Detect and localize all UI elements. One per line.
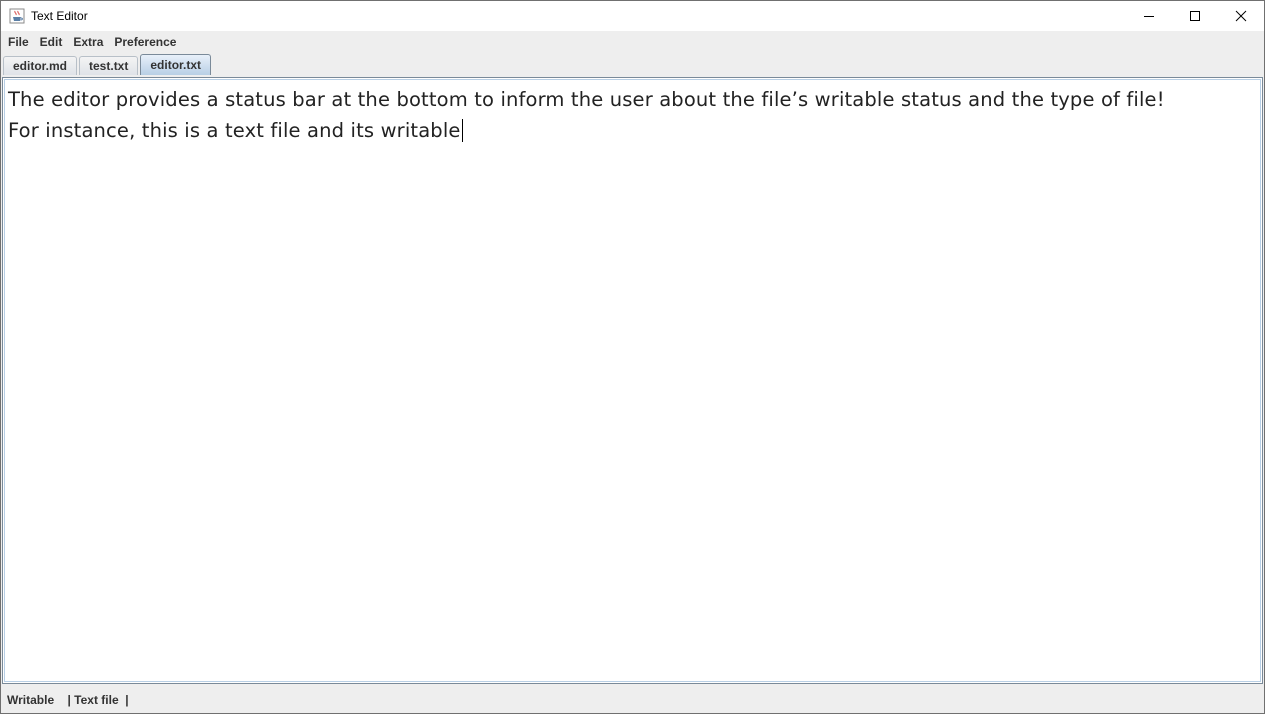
menu-edit[interactable]: Edit bbox=[34, 31, 68, 53]
text-editor-window: Text Editor File Edit Extra Preference e… bbox=[0, 0, 1265, 714]
tab-test-txt[interactable]: test.txt bbox=[79, 56, 139, 75]
menu-bar: File Edit Extra Preference bbox=[1, 31, 1264, 53]
status-bar: Writable | Text file | bbox=[1, 687, 1264, 713]
minimize-button[interactable] bbox=[1126, 1, 1172, 31]
close-icon bbox=[1235, 10, 1247, 22]
menu-extra[interactable]: Extra bbox=[67, 31, 108, 53]
tab-strip: editor.md test.txt editor.txt bbox=[1, 53, 1264, 75]
status-separator: | bbox=[54, 693, 71, 707]
editor-line: The editor provides a status bar at the … bbox=[8, 88, 1165, 111]
maximize-button[interactable] bbox=[1172, 1, 1218, 31]
title-bar[interactable]: Text Editor bbox=[1, 1, 1264, 31]
text-caret bbox=[461, 119, 463, 142]
maximize-icon bbox=[1190, 11, 1200, 21]
tab-editor-md[interactable]: editor.md bbox=[3, 56, 78, 75]
close-button[interactable] bbox=[1218, 1, 1264, 31]
text-area[interactable]: The editor provides a status bar at the … bbox=[4, 79, 1261, 682]
window-controls bbox=[1126, 1, 1264, 31]
editor-line: For instance, this is a text file and it… bbox=[8, 119, 461, 142]
window-title: Text Editor bbox=[31, 9, 88, 23]
file-type-status: Text file bbox=[70, 693, 119, 707]
writable-status: Writable bbox=[7, 693, 55, 707]
minimize-icon bbox=[1144, 16, 1154, 17]
tab-editor-txt[interactable]: editor.txt bbox=[140, 54, 212, 75]
status-separator: | bbox=[118, 693, 129, 707]
menu-preference[interactable]: Preference bbox=[108, 31, 181, 53]
menu-file[interactable]: File bbox=[2, 31, 34, 53]
editor-panel: The editor provides a status bar at the … bbox=[2, 77, 1263, 684]
java-cup-icon bbox=[9, 8, 25, 24]
